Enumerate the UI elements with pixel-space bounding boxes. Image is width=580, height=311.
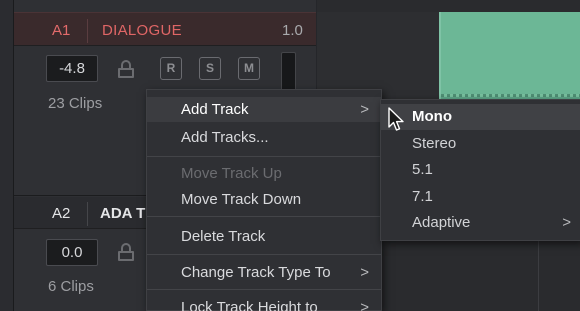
menu-item-label: Move Track Up [181,165,282,182]
track-a2-volume-field[interactable]: 0.0 [46,239,98,266]
menu-separator [147,254,381,255]
mute-button[interactable]: M [238,57,260,80]
menu-item-move-track-up: Move Track Up [147,161,381,186]
menu-separator [147,216,381,217]
lock-icon[interactable] [118,60,134,78]
menu-item-move-track-down[interactable]: Move Track Down [147,187,381,212]
divider [87,202,88,226]
track-a2-id: A2 [52,205,71,222]
submenu-item-mono[interactable]: Mono [381,104,580,130]
clip-header [441,12,580,96]
chevron-right-icon: > [562,214,571,231]
lock-icon[interactable] [118,243,134,261]
mouse-cursor-icon [388,107,404,131]
solo-button[interactable]: S [199,57,221,80]
menu-separator [147,156,381,157]
menu-item-lock-track-height[interactable]: Lock Track Height to > [147,295,381,311]
menu-item-delete-track[interactable]: Delete Track [147,224,381,249]
track-a2-name[interactable]: ADA T [100,205,145,222]
menu-item-label: Move Track Down [181,191,302,208]
chevron-right-icon: > [360,299,369,311]
left-gutter [0,0,14,311]
track-a1-title-bar[interactable]: A1 DIALOGUE 1.0 [14,12,316,46]
submenu-item-stereo[interactable]: Stereo [381,131,580,157]
menu-item-add-track[interactable]: Add Track > [147,97,381,122]
menu-item-label: Lock Track Height to [181,299,318,311]
clip-waveform [441,94,580,97]
chevron-right-icon: > [360,264,369,281]
submenu-item-5-1[interactable]: 5.1 [381,157,580,183]
track-context-menu: Add Track > Add Tracks... Move Track Up … [146,89,382,311]
menu-item-label: Delete Track [181,228,266,245]
add-track-submenu: Mono Stereo 5.1 7.1 Adaptive > [380,99,580,241]
submenu-item-7-1[interactable]: 7.1 [381,184,580,210]
menu-item-label: Add Track [181,101,249,118]
track-a1-name[interactable]: DIALOGUE [102,22,182,39]
menu-item-label: Adaptive [412,214,471,231]
divider [87,19,88,43]
track-a1-id: A1 [52,22,71,39]
track-a1-level: 1.0 [282,22,303,39]
track-a1-volume-field[interactable]: -4.8 [46,55,98,82]
menu-separator [147,289,381,290]
track-a2-clip-count: 6 Clips [48,278,94,295]
menu-item-label: Change Track Type To [181,264,331,281]
timeline-editor: A1 DIALOGUE 1.0 -4.8 R S M 23 Clips A2 A… [0,0,580,311]
record-arm-button[interactable]: R [160,57,182,80]
menu-item-change-track-type[interactable]: Change Track Type To > [147,260,381,285]
menu-item-add-tracks[interactable]: Add Tracks... [147,125,381,150]
menu-item-label: Add Tracks... [181,129,269,146]
track-a1-clip-count: 23 Clips [48,95,103,112]
submenu-item-adaptive[interactable]: Adaptive > [381,210,580,236]
chevron-right-icon: > [360,101,369,118]
